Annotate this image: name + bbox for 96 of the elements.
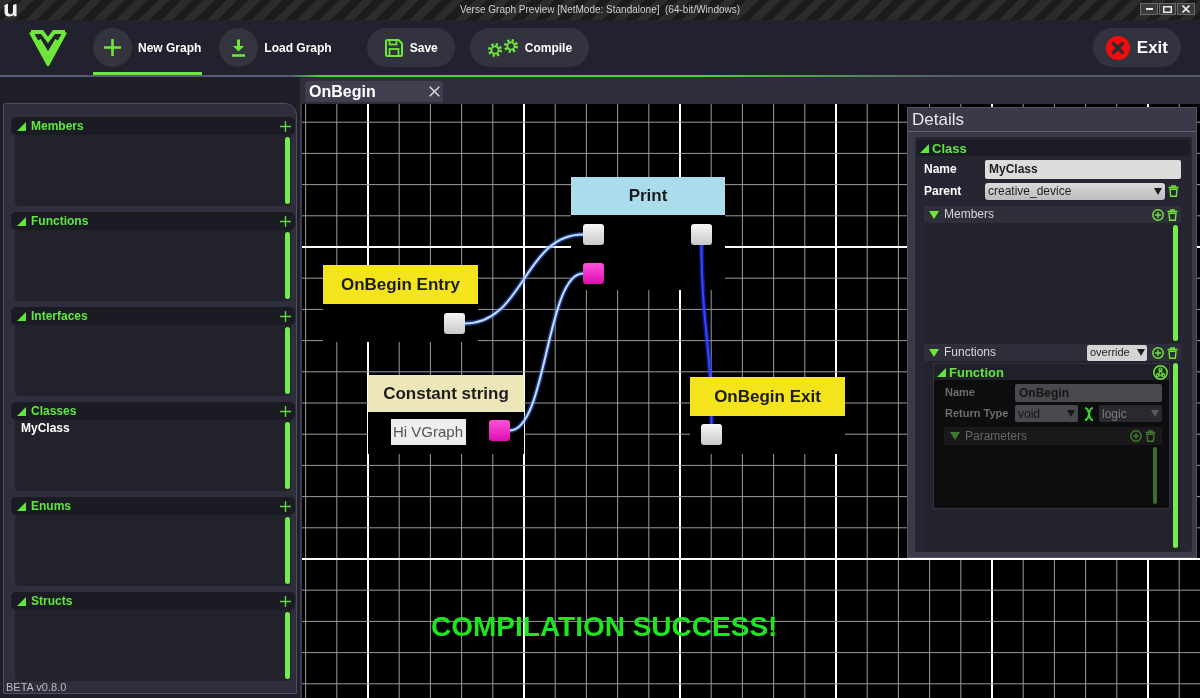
plus-icon bbox=[93, 28, 132, 67]
exec-pin[interactable] bbox=[583, 224, 604, 245]
node-header[interactable]: Print bbox=[571, 177, 725, 215]
version-label: BETA v0.8.0 bbox=[6, 681, 67, 694]
section-header[interactable]: Functions override bbox=[924, 344, 1181, 361]
section-title: Parameters bbox=[965, 428, 1028, 444]
node-header[interactable]: OnBegin Entry bbox=[323, 265, 478, 304]
chevron-logo-icon bbox=[28, 28, 68, 66]
scrollbar[interactable] bbox=[285, 517, 290, 584]
panel-title: Details bbox=[912, 109, 964, 130]
minimize-button[interactable] bbox=[1140, 3, 1158, 15]
section-title: Functions bbox=[31, 213, 89, 229]
list-item[interactable]: MyClass bbox=[21, 421, 70, 436]
plus-icon bbox=[280, 595, 291, 607]
plus-icon bbox=[280, 310, 291, 322]
maximize-button[interactable] bbox=[1159, 3, 1176, 15]
scrollbar[interactable] bbox=[285, 137, 290, 204]
section-title: Class bbox=[932, 140, 967, 156]
download-icon bbox=[219, 28, 259, 67]
compile-button[interactable]: Compile bbox=[469, 28, 590, 67]
exec-pin[interactable] bbox=[701, 424, 722, 445]
caret-down-icon bbox=[1151, 410, 1159, 417]
text-field[interactable]: MyClass bbox=[985, 159, 1181, 179]
section-header[interactable]: Enums bbox=[11, 497, 295, 515]
plus-circle-icon bbox=[1152, 208, 1164, 221]
curly-x-icon bbox=[1084, 406, 1094, 421]
plus-circle-icon bbox=[1152, 346, 1164, 359]
scrollbar[interactable] bbox=[285, 612, 290, 679]
field-label: Name bbox=[924, 161, 958, 178]
plus-icon bbox=[280, 120, 291, 132]
window-title: Verse Graph Preview [NetMode: Standalone] (64-bit/Windows) bbox=[459, 4, 741, 16]
circle-nodes-icon bbox=[1153, 364, 1168, 380]
dropdown[interactable]: override bbox=[1087, 344, 1147, 361]
section-title: Interfaces bbox=[31, 308, 88, 324]
delete-button[interactable] bbox=[1167, 346, 1178, 359]
field-label: Name bbox=[945, 385, 976, 401]
add-button[interactable] bbox=[280, 215, 291, 227]
save-button[interactable]: Save bbox=[366, 28, 455, 67]
section-header[interactable]: Interfaces bbox=[11, 307, 295, 325]
field-label: Return Type bbox=[945, 406, 1010, 422]
section-header[interactable]: Structs bbox=[11, 592, 295, 610]
node-header[interactable]: Constant string bbox=[368, 375, 524, 412]
section-title: Members bbox=[31, 118, 84, 134]
close-button[interactable] bbox=[1177, 3, 1195, 15]
load-graph-button[interactable]: Load Graph bbox=[219, 28, 333, 75]
trash-icon bbox=[1145, 430, 1156, 442]
exec-pin[interactable] bbox=[691, 224, 712, 245]
caret-down-icon bbox=[1067, 410, 1075, 417]
delete-button[interactable] bbox=[1168, 185, 1179, 197]
section-title: Enums bbox=[31, 498, 71, 514]
scrollbar[interactable] bbox=[1173, 363, 1178, 548]
tab[interactable]: OnBegin bbox=[305, 81, 443, 102]
delete-button[interactable] bbox=[1167, 208, 1178, 221]
close-icon bbox=[1182, 5, 1190, 13]
add-button[interactable] bbox=[280, 500, 291, 512]
graph-canvas[interactable] bbox=[300, 104, 1200, 698]
section-header[interactable]: Functions bbox=[11, 212, 295, 230]
section-title: Functions bbox=[944, 345, 997, 360]
trash-icon bbox=[1168, 185, 1179, 197]
scrollbar[interactable] bbox=[285, 327, 290, 394]
scrollbar[interactable] bbox=[1153, 447, 1157, 504]
plus-icon bbox=[280, 405, 291, 417]
plus-icon bbox=[280, 500, 291, 512]
section-title: Members bbox=[944, 207, 994, 222]
caret-down-icon bbox=[1154, 187, 1162, 195]
x-circle-icon bbox=[1105, 35, 1130, 60]
scrollbar[interactable] bbox=[1173, 225, 1178, 341]
add-button[interactable] bbox=[280, 595, 291, 607]
caret-down-icon bbox=[1137, 349, 1145, 356]
field-label: Parent bbox=[924, 183, 963, 200]
add-button[interactable] bbox=[280, 310, 291, 322]
scrollbar[interactable] bbox=[285, 422, 290, 489]
plus-circle-icon bbox=[1130, 430, 1142, 442]
plus-icon bbox=[280, 215, 291, 227]
close-icon bbox=[429, 86, 440, 97]
section-header[interactable]: Class bbox=[917, 140, 1190, 156]
minimize-icon bbox=[1145, 8, 1153, 10]
dropdown[interactable]: creative_device bbox=[985, 182, 1165, 200]
section-title: Structs bbox=[31, 593, 73, 609]
graph-button[interactable] bbox=[1153, 364, 1168, 380]
node-header[interactable]: OnBegin Exit bbox=[690, 377, 845, 416]
section-title: Classes bbox=[31, 403, 77, 419]
app-logo-icon bbox=[4, 3, 17, 17]
close-tab-button[interactable] bbox=[429, 86, 440, 97]
maximize-icon bbox=[1163, 5, 1172, 13]
section-header[interactable]: Classes bbox=[11, 402, 295, 420]
scrollbar[interactable] bbox=[285, 232, 290, 299]
add-button[interactable] bbox=[280, 120, 291, 132]
trash-icon bbox=[1167, 208, 1178, 221]
exit-button[interactable]: Exit bbox=[1092, 28, 1181, 67]
section-header[interactable]: Members bbox=[924, 206, 1181, 223]
add-button[interactable] bbox=[280, 405, 291, 417]
section-header[interactable]: Members bbox=[11, 117, 295, 135]
trash-icon bbox=[1167, 346, 1178, 359]
gears-icon bbox=[486, 37, 519, 58]
section-title: Function bbox=[949, 364, 1004, 380]
